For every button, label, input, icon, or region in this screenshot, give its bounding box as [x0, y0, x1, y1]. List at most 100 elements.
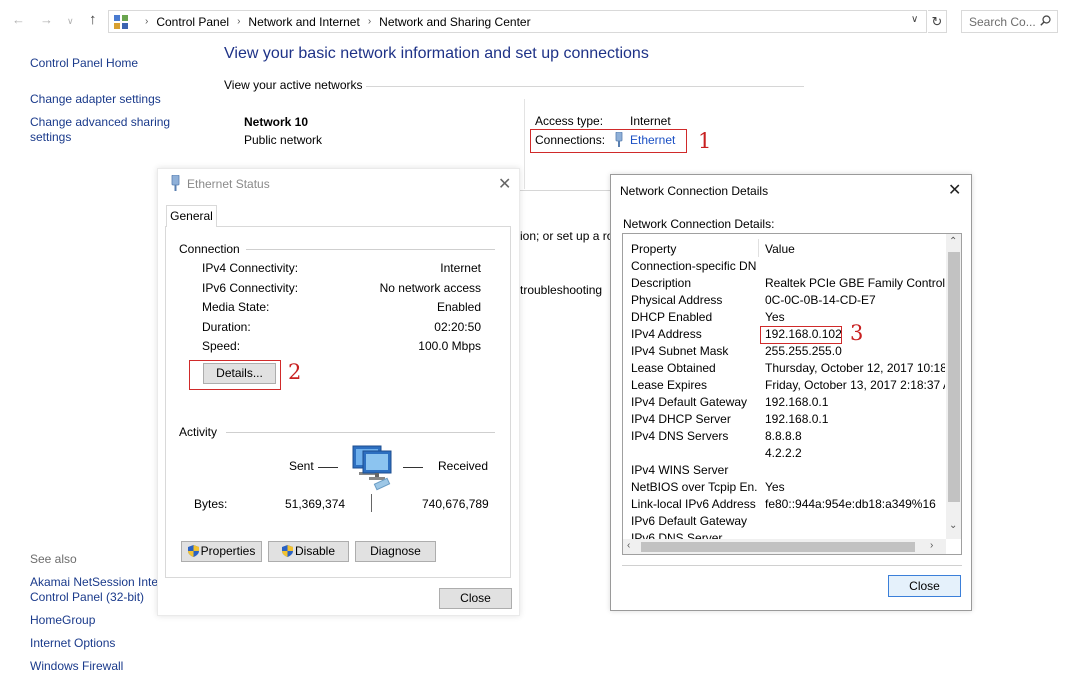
details-row[interactable]: DHCP Enabled Yes [631, 310, 947, 327]
refresh-icon[interactable]: ↻ [928, 10, 947, 33]
divider [524, 99, 525, 189]
breadcrumb-network-and-internet[interactable]: Network and Internet [248, 15, 359, 29]
properties-button[interactable]: Properties [181, 541, 262, 562]
property-name: IPv4 DHCP Server [631, 412, 731, 426]
ethernet-status-dialog: Ethernet Status ✕ General Connection IPv… [157, 168, 520, 616]
page-title: View your basic network information and … [224, 45, 649, 62]
ethernet-icon [615, 132, 623, 147]
details-row[interactable]: IPv4 Default Gateway 192.168.0.1 [631, 395, 947, 412]
connections-label: Connections: [535, 133, 606, 147]
speed-label: Speed: [202, 339, 241, 353]
address-bar[interactable]: › Control Panel › Network and Internet ›… [108, 10, 927, 33]
column-header-property[interactable]: Property [631, 242, 676, 256]
details-row[interactable]: Connection-specific DN... [631, 259, 947, 276]
details-row[interactable]: 4.2.2.2 [631, 446, 947, 463]
chevron-right-icon[interactable]: › [368, 16, 371, 27]
scroll-right-icon[interactable]: › [930, 540, 933, 551]
chevron-right-icon[interactable]: › [237, 16, 240, 27]
diagnose-button[interactable]: Diagnose [355, 541, 436, 562]
scroll-down-icon[interactable]: ⌄ [949, 520, 957, 531]
property-name: Description [631, 276, 692, 290]
chevron-down-icon[interactable]: ∨ [67, 16, 74, 27]
scrollbar-thumb[interactable] [948, 252, 960, 502]
property-name: NetBIOS over Tcpip En... [631, 480, 757, 494]
close-icon[interactable]: ✕ [948, 180, 961, 200]
speed-value: 100.0 Mbps [418, 339, 481, 353]
property-value: 255.255.255.0 [765, 344, 842, 358]
details-row[interactable]: Lease Expires Friday, October 13, 2017 2:… [631, 378, 947, 395]
property-name: Lease Obtained [631, 361, 716, 375]
property-value: 192.168.0.1 [765, 395, 829, 409]
setup-connection-text[interactable]: ion; or set up a rou [520, 229, 620, 243]
sent-label: Sent [289, 459, 314, 473]
properties-button-label: Properties [200, 544, 256, 558]
network-connection-details-dialog: Network Connection Details ✕ Network Con… [610, 174, 972, 611]
details-row[interactable]: IPv6 Default Gateway [631, 514, 947, 531]
arrow-right-icon[interactable]: → [40, 12, 53, 27]
search-icon[interactable] [1040, 15, 1051, 26]
details-row[interactable]: IPv4 WINS Server [631, 463, 947, 480]
connection-heading: Connection [179, 242, 246, 256]
address-dropdown-icon[interactable]: ∨ [911, 14, 918, 25]
ipv4-connectivity-label: IPv4 Connectivity: [202, 261, 299, 275]
akamai-netsession-link-line2[interactable]: Control Panel (32-bit) [30, 590, 144, 605]
control-panel-home-link[interactable]: Control Panel Home [30, 56, 138, 71]
media-state-value: Enabled [436, 300, 481, 314]
arrow-up-icon[interactable]: ↑ [89, 11, 97, 28]
windows-firewall-link[interactable]: Windows Firewall [30, 659, 123, 674]
column-divider[interactable] [758, 239, 759, 257]
change-adapter-settings-link[interactable]: Change adapter settings [30, 92, 161, 107]
property-name: Link-local IPv6 Address [631, 497, 756, 511]
troubleshoot-text[interactable]: troubleshooting [520, 283, 602, 297]
details-row[interactable]: Physical Address 0C-0C-0B-14-CD-E7 [631, 293, 947, 310]
details-row[interactable]: IPv4 DHCP Server 192.168.0.1 [631, 412, 947, 429]
bytes-sent-value: 51,369,374 [285, 497, 346, 511]
scrollbar-thumb[interactable] [641, 542, 915, 552]
bytes-received-value: 740,676,789 [422, 497, 489, 511]
ipv4-connectivity-value: Internet [440, 261, 481, 275]
tab-general[interactable]: General [166, 205, 217, 227]
search-placeholder: Search Co... [969, 15, 1036, 29]
property-name: IPv4 Address [631, 327, 702, 341]
details-row[interactable]: IPv4 DNS Servers 8.8.8.8 [631, 429, 947, 446]
internet-options-link[interactable]: Internet Options [30, 636, 115, 651]
details-list[interactable]: Property Value Connection-specific DN...… [622, 233, 962, 555]
details-row[interactable]: NetBIOS over Tcpip En... Yes [631, 480, 947, 497]
change-advanced-sharing-link-line2[interactable]: settings [30, 130, 71, 145]
property-name: IPv6 Default Gateway [631, 514, 748, 528]
close-button[interactable]: Close [439, 588, 512, 609]
property-value: 0C-0C-0B-14-CD-E7 [765, 293, 876, 307]
property-value: Realtek PCIe GBE Family Controller [765, 276, 945, 290]
scroll-left-icon[interactable]: ‹ [627, 540, 630, 551]
annotation-number: 3 [850, 321, 864, 345]
general-panel: Connection IPv4 Connectivity: Internet I… [165, 226, 511, 578]
media-state-label: Media State: [202, 300, 270, 314]
disable-button[interactable]: Disable [268, 541, 349, 562]
ethernet-link[interactable]: Ethernet [630, 133, 675, 147]
akamai-netsession-link[interactable]: Akamai NetSession Inter [30, 575, 162, 590]
breadcrumb-network-and-sharing-center[interactable]: Network and Sharing Center [379, 15, 530, 29]
details-row[interactable]: IPv4 Subnet Mask 255.255.255.0 [631, 344, 947, 361]
access-type-label: Access type: [535, 114, 604, 128]
details-row[interactable]: Link-local IPv6 Address fe80::944a:954e:d… [631, 497, 947, 514]
scroll-up-icon[interactable]: ⌃ [949, 236, 957, 247]
property-value: Thursday, October 12, 2017 10:18:37 [765, 361, 945, 375]
annotation-highlight-box [760, 326, 842, 344]
annotation-number: 1 [698, 129, 712, 153]
chevron-right-icon[interactable]: › [145, 16, 148, 27]
arrow-left-icon[interactable]: ← [12, 12, 25, 27]
column-header-value[interactable]: Value [765, 242, 795, 256]
close-icon[interactable]: ✕ [498, 174, 511, 194]
ethernet-icon [171, 175, 180, 191]
details-row[interactable]: Description Realtek PCIe GBE Family Contr… [631, 276, 947, 293]
search-input[interactable]: Search Co... [961, 10, 1058, 33]
homegroup-link[interactable]: HomeGroup [30, 613, 95, 628]
divider [622, 565, 962, 566]
details-row[interactable]: Lease Obtained Thursday, October 12, 2017… [631, 361, 947, 378]
breadcrumb: › Control Panel › Network and Internet ›… [109, 11, 531, 32]
divider [236, 249, 495, 250]
close-button[interactable]: Close [888, 575, 961, 597]
change-advanced-sharing-link[interactable]: Change advanced sharing [30, 115, 170, 130]
breadcrumb-control-panel[interactable]: Control Panel [156, 15, 229, 29]
divider [371, 494, 372, 512]
